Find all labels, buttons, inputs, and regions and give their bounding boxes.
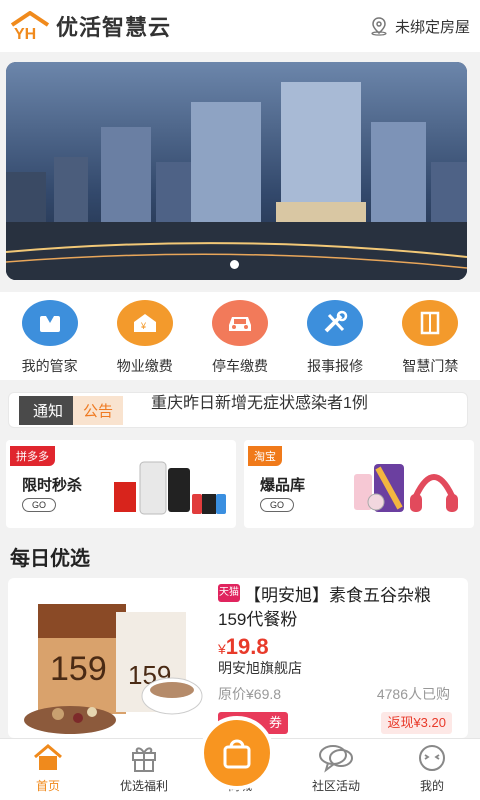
taobao-tag: 淘宝	[248, 446, 282, 466]
tab-home[interactable]: 首页	[3, 739, 93, 800]
property-fee-icon: ¥	[116, 300, 173, 346]
product-image: 159 159	[24, 604, 203, 734]
notice-tag: 通知	[19, 395, 74, 425]
announcement-tag: 公告	[73, 395, 124, 425]
mall-center-button[interactable]	[200, 716, 274, 790]
price-currency: ¥	[218, 641, 226, 657]
price-value: 19.8	[225, 634, 269, 659]
gift-icon	[132, 747, 156, 772]
face-icon	[419, 745, 445, 771]
shop-name[interactable]: 明安旭旗舰店	[218, 658, 302, 678]
promo-title: 限时秒杀	[22, 477, 83, 494]
quick-menu-property-fee[interactable]: ¥ 物业缴费	[99, 292, 191, 380]
product-card[interactable]: 159 159 天猫 【明安旭】素食五谷杂粮159代餐粉 ¥19.8 明安旭旗舰…	[8, 578, 468, 738]
products-image	[354, 464, 458, 512]
svg-text:YH: YH	[14, 26, 36, 41]
app-logo: YH	[10, 10, 50, 43]
promo-hot-products[interactable]: 淘宝 爆品库 GO	[244, 440, 474, 528]
promo-title: 爆品库	[260, 477, 306, 494]
original-price: 原价¥69.8	[218, 686, 282, 702]
svg-text:159: 159	[50, 650, 107, 688]
tab-mine[interactable]: 我的	[387, 739, 477, 800]
repair-tools-icon	[307, 300, 364, 346]
location-pin-icon	[371, 17, 387, 36]
quick-menu-access-control[interactable]: 智慧门禁	[384, 292, 476, 380]
chat-bubbles-icon	[319, 745, 353, 773]
top-header: YH 优活智慧云 未绑定房屋	[0, 0, 480, 52]
quick-menu-repair[interactable]: 报事报修	[289, 292, 381, 380]
notice-text[interactable]: 重庆昨日新增无症状感染者1例	[151, 393, 368, 413]
notice-bar[interactable]: 通知 公告 重庆昨日新增无症状感染者1例	[8, 392, 468, 428]
rebate-badge: 返现¥3.20	[381, 712, 452, 734]
svg-text:¥: ¥	[140, 321, 147, 331]
electronics-image	[114, 461, 226, 515]
app-title: 优活智慧云	[56, 15, 172, 40]
promo-row: 拼多多 限时秒杀 GO 淘宝 爆品库 GO	[0, 440, 480, 528]
tab-community[interactable]: 社区活动	[291, 739, 381, 800]
quick-menu-parking[interactable]: 停车缴费	[194, 292, 286, 380]
go-button[interactable]: GO	[260, 498, 294, 512]
city-skyline-image	[6, 62, 467, 280]
door-icon	[402, 300, 459, 346]
sold-count: 4786人已购	[376, 686, 450, 702]
banner-page-indicator[interactable]	[230, 260, 239, 269]
section-title-daily-picks: 每日优选	[10, 548, 90, 570]
quick-menu: 我的管家 ¥ 物业缴费 停车缴费 报事报修 智慧门禁	[0, 292, 480, 380]
go-button[interactable]: GO	[22, 498, 56, 512]
home-icon	[34, 744, 62, 770]
product-price: ¥19.8	[218, 634, 269, 660]
shopping-bag-icon	[223, 739, 251, 769]
car-icon	[211, 300, 268, 346]
bind-house-label: 未绑定房屋	[394, 18, 470, 36]
hero-banner[interactable]	[6, 62, 467, 280]
product-name[interactable]: 【明安旭】素食五谷杂粮159代餐粉	[218, 584, 454, 632]
tab-welfare[interactable]: 优选福利	[99, 739, 189, 800]
pinduoduo-tag: 拼多多	[10, 446, 55, 466]
quick-menu-butler[interactable]: 我的管家	[4, 292, 96, 380]
bind-house-link[interactable]: 未绑定房屋	[369, 16, 470, 37]
butler-icon	[21, 300, 78, 346]
promo-flash-sale[interactable]: 拼多多 限时秒杀 GO	[6, 440, 236, 528]
